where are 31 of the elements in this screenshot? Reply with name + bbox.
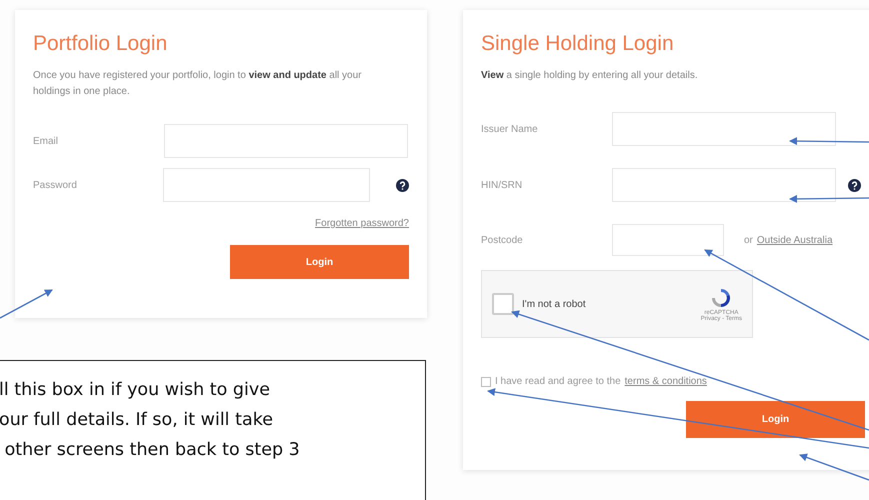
field-label: Email [33, 136, 60, 146]
input-field[interactable] [163, 168, 370, 202]
input-field[interactable] [164, 124, 408, 158]
terms-link[interactable]: terms & conditions [624, 376, 707, 387]
card-description: View a single holding by entering all your details. [481, 69, 699, 83]
help-icon[interactable] [396, 178, 409, 192]
or-text: or [744, 234, 753, 246]
field-label: Postcode [481, 234, 524, 246]
field-label: Issuer Name [481, 124, 539, 134]
field-label: Password [33, 180, 78, 190]
card-description: Once you have registered your portfolio, login to view and update all your holdings in one place. [33, 69, 362, 99]
outside-australia-link[interactable]: Outside Australia [756, 234, 833, 246]
recaptcha-label: I'm not a robot [522, 298, 586, 310]
input-field[interactable] [612, 112, 836, 146]
card-title: Portfolio Login [33, 32, 168, 56]
card-title: Single Holding Login [481, 32, 675, 56]
callout-line: our full details. If so, it will take [0, 409, 274, 432]
annotation-arrow [799, 454, 869, 481]
input-field[interactable] [612, 168, 836, 202]
recaptcha-checkbox[interactable] [492, 293, 514, 315]
help-icon[interactable] [848, 178, 861, 192]
input-field[interactable] [612, 224, 724, 256]
forgotten-password-link[interactable]: Forgotten password? [315, 218, 409, 229]
annotation-arrow [0, 289, 53, 319]
callout-line: ll this box in if you wish to give [0, 379, 271, 402]
callout-line: other screens then back to step 3 [4, 439, 301, 462]
terms-text: I have read and agree to the [495, 376, 621, 387]
login-button[interactable]: Login [230, 245, 409, 279]
login-button[interactable]: Login [686, 401, 865, 438]
field-label: HIN/SRN [481, 180, 524, 190]
terms-checkbox[interactable] [481, 376, 491, 386]
